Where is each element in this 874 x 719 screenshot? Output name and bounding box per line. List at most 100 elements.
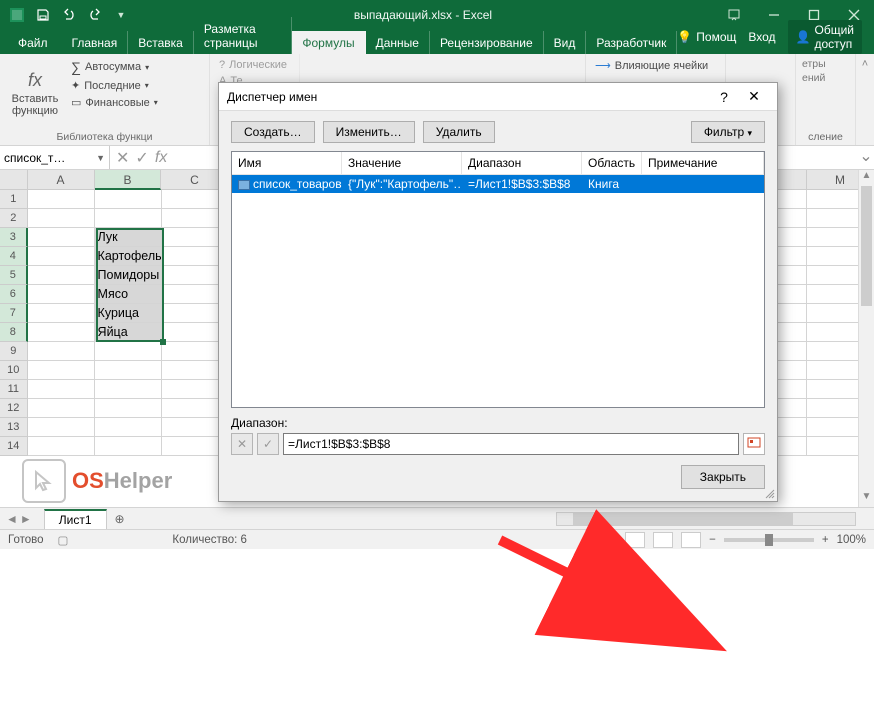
cell[interactable] (28, 342, 95, 361)
row-header[interactable]: 10 (0, 361, 28, 380)
tell-me[interactable]: 💡Помощ (677, 30, 736, 44)
horizontal-scrollbar[interactable] (556, 512, 856, 526)
create-button[interactable]: Создать… (231, 121, 315, 143)
financial-button[interactable]: ▭Финансовые▾ (68, 95, 161, 110)
select-all-corner[interactable] (0, 170, 28, 190)
row-header[interactable]: 14 (0, 437, 28, 456)
cell[interactable]: Курица (95, 304, 162, 323)
cell[interactable] (28, 380, 95, 399)
resize-grip-icon[interactable] (763, 487, 775, 499)
cell[interactable]: Яйца (95, 323, 162, 342)
autosum-button[interactable]: ∑Автосумма▾ (68, 58, 161, 76)
cell[interactable] (28, 361, 95, 380)
macro-record-icon[interactable]: ▢ (58, 533, 69, 547)
vertical-scrollbar[interactable]: ▲ ▼ (858, 170, 874, 507)
cell[interactable] (28, 285, 95, 304)
cell[interactable] (28, 209, 95, 228)
view-layout-icon[interactable] (653, 532, 673, 548)
cell[interactable] (95, 418, 162, 437)
tab-review[interactable]: Рецензирование (430, 31, 544, 54)
cell[interactable]: Помидоры (95, 266, 162, 285)
trace-precedents-button[interactable]: ⟶Влияющие ячейки (592, 58, 711, 73)
row-header[interactable]: 11 (0, 380, 28, 399)
tab-insert[interactable]: Вставка (128, 31, 194, 54)
insert-function-button[interactable]: fx Вставить функцию (6, 58, 64, 130)
cell[interactable] (95, 437, 162, 456)
sign-in[interactable]: Вход (748, 30, 775, 44)
row-header[interactable]: 12 (0, 399, 28, 418)
cell[interactable] (95, 342, 162, 361)
close-button[interactable]: Закрыть (681, 465, 765, 489)
tab-formulas[interactable]: Формулы (292, 31, 365, 54)
row-header[interactable]: 5 (0, 266, 28, 285)
view-normal-icon[interactable] (625, 532, 645, 548)
range-input[interactable] (283, 433, 739, 455)
row-header[interactable]: 2 (0, 209, 28, 228)
save-icon[interactable] (32, 4, 54, 26)
dialog-titlebar[interactable]: Диспетчер имен ? ✕ (219, 83, 777, 111)
range-accept-icon[interactable]: ✓ (257, 433, 279, 455)
cell[interactable] (28, 304, 95, 323)
zoom-slider[interactable] (724, 538, 814, 542)
row-header[interactable]: 8 (0, 323, 28, 342)
logical-button[interactable]: ?Логические (216, 58, 290, 72)
edit-button[interactable]: Изменить… (323, 121, 415, 143)
zoom-in-icon[interactable]: + (822, 534, 829, 546)
expand-formula-bar-icon[interactable]: ⌄ (858, 146, 874, 169)
cell[interactable]: Мясо (95, 285, 162, 304)
name-box-input[interactable] (4, 151, 84, 165)
new-sheet-icon[interactable]: ⊕ (107, 512, 133, 526)
row-header[interactable]: 13 (0, 418, 28, 437)
sheet-nav-prev-icon[interactable]: ◄ (6, 512, 18, 526)
recent-button[interactable]: ✦Последние▾ (68, 78, 161, 93)
cell[interactable] (95, 399, 162, 418)
cell[interactable] (28, 228, 95, 247)
row-header[interactable]: 7 (0, 304, 28, 323)
cell[interactable] (28, 190, 95, 209)
col-header-A[interactable]: A (28, 170, 95, 190)
qat-dropdown-icon[interactable]: ▼ (110, 4, 132, 26)
filter-button[interactable]: Фильтр ▾ (691, 121, 765, 143)
tab-layout[interactable]: Разметка страницы (194, 17, 293, 54)
view-break-icon[interactable] (681, 532, 701, 548)
zoom-out-icon[interactable]: − (709, 534, 716, 546)
row-header[interactable]: 4 (0, 247, 28, 266)
col-header-B[interactable]: B (95, 170, 162, 190)
collapse-ribbon-icon[interactable]: ˄ (856, 54, 874, 145)
cell[interactable] (28, 418, 95, 437)
cell[interactable] (95, 190, 162, 209)
sheet-nav-next-icon[interactable]: ► (20, 512, 32, 526)
row-header[interactable]: 3 (0, 228, 28, 247)
delete-button[interactable]: Удалить (423, 121, 495, 143)
cell[interactable] (28, 437, 95, 456)
row-header[interactable]: 6 (0, 285, 28, 304)
cancel-icon[interactable]: ✕ (116, 148, 129, 168)
tab-home[interactable]: Главная (62, 31, 129, 54)
close-icon[interactable]: ✕ (739, 88, 769, 105)
cell[interactable]: Картофель (95, 247, 162, 266)
row-header[interactable]: 1 (0, 190, 28, 209)
cell[interactable] (28, 247, 95, 266)
name-box[interactable]: ▼ (0, 146, 110, 169)
fx-icon[interactable]: fx (155, 149, 167, 167)
row-header[interactable]: 9 (0, 342, 28, 361)
redo-icon[interactable] (84, 4, 106, 26)
range-cancel-icon[interactable]: ✕ (231, 433, 253, 455)
sheet-tab[interactable]: Лист1 (44, 509, 107, 529)
cell[interactable] (95, 380, 162, 399)
cell[interactable] (28, 266, 95, 285)
share-button[interactable]: 👤Общий доступ (788, 20, 862, 54)
cell[interactable]: Лук (95, 228, 162, 247)
cell[interactable] (95, 209, 162, 228)
undo-icon[interactable] (58, 4, 80, 26)
tab-file[interactable]: Файл (8, 31, 62, 54)
names-list[interactable]: Имя Значение Диапазон Область Примечание… (231, 151, 765, 408)
cell[interactable] (28, 323, 95, 342)
cell[interactable] (28, 399, 95, 418)
accept-icon[interactable]: ✓ (135, 148, 148, 168)
cell[interactable] (95, 361, 162, 380)
chevron-down-icon[interactable]: ▼ (96, 153, 105, 163)
help-icon[interactable]: ? (709, 89, 739, 105)
tab-data[interactable]: Данные (366, 31, 430, 54)
range-picker-icon[interactable] (743, 433, 765, 455)
